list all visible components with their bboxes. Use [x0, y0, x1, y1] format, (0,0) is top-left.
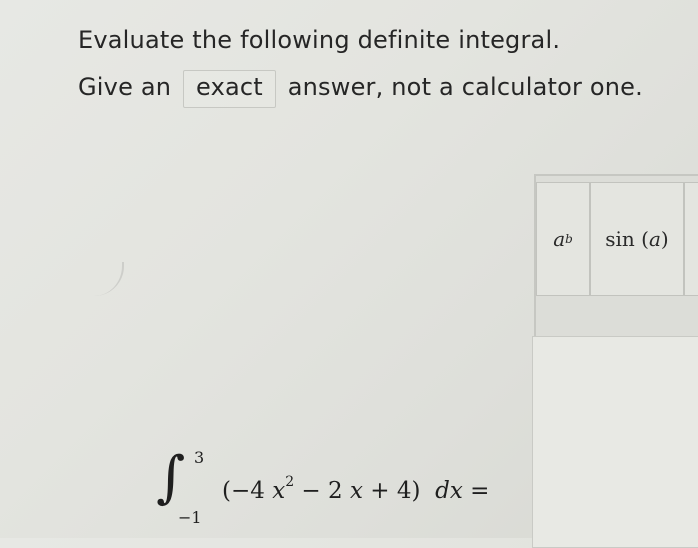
integral-sign: ∫ [156, 445, 186, 510]
power-button[interactable]: ab [536, 182, 590, 296]
integrand-middle: − 2 [301, 478, 343, 504]
sin-close-paren: ) [660, 227, 669, 251]
integrand-var2: x [349, 478, 363, 504]
glare-mark [94, 262, 124, 296]
integrand-var1: x [272, 478, 286, 504]
sin-button[interactable]: sin (a) [590, 182, 684, 296]
answer-input[interactable] [532, 336, 698, 548]
differential-d: d [435, 478, 450, 504]
instruction-line2-start: Give an [78, 73, 172, 101]
instruction-text: Evaluate the following definite integral… [78, 26, 560, 54]
integrand: (−4 x2 − 2 x + 4) dx = [222, 474, 489, 504]
palette-row: ab sin (a) [536, 182, 698, 296]
exact-keyword-box: exact [183, 70, 276, 108]
instruction-line1: Evaluate the following definite integral… [78, 26, 561, 54]
integrand-tail: + 4) [370, 478, 421, 504]
integrand-open: (−4 [222, 478, 265, 504]
integral-expression: ∫ 3 −1 (−4 x2 − 2 x + 4) dx = [156, 438, 516, 534]
sin-open-paren: ( [641, 227, 649, 251]
integral-upper-limit: 3 [194, 448, 205, 467]
instruction-line2: Give an exact answer, not a calculator o… [78, 70, 643, 108]
palette-next-button[interactable] [684, 182, 698, 296]
equals-sign: = [470, 478, 490, 504]
power-base: a [553, 227, 566, 251]
power-exponent: b [565, 232, 573, 246]
integral-lower-limit: −1 [178, 508, 202, 527]
differential-var: x [449, 478, 463, 504]
sin-function: sin [605, 227, 635, 251]
sin-argument: a [648, 227, 661, 251]
instruction-line2-end: answer, not a calculator one. [287, 73, 643, 101]
integrand-exponent: 2 [285, 474, 295, 490]
